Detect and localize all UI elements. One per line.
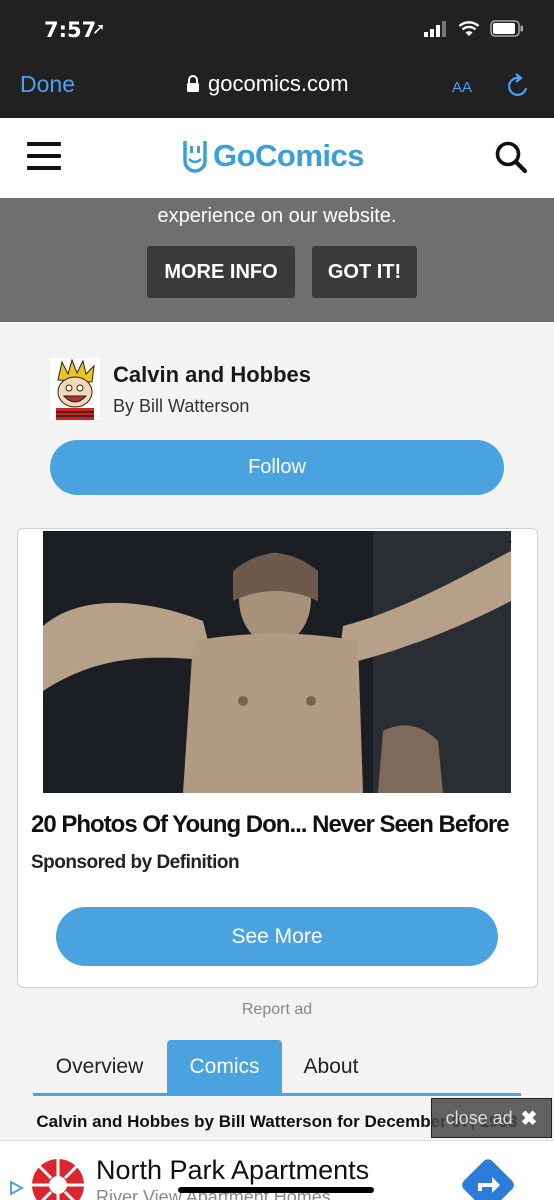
close-icon: ✖ [520,1107,538,1130]
search-icon[interactable] [494,140,528,174]
browser-toolbar: Done gocomics.com AA [0,60,554,118]
ad-choices-icon[interactable] [8,1180,24,1196]
close-ad-button[interactable]: close ad ✖ [431,1098,552,1138]
report-ad-link[interactable]: Report ad [0,1001,554,1019]
comic-title[interactable]: Calvin and Hobbes [113,362,311,388]
wifi-icon [458,20,480,36]
more-info-button[interactable]: MORE INFO [147,246,295,298]
tab-overview[interactable]: Overview [33,1040,166,1093]
logo-text: GoComics [213,138,365,173]
see-more-button[interactable]: See More [56,907,498,966]
ad-headline[interactable]: 20 Photos Of Young Don... Never Seen Bef… [31,811,510,839]
close-ad-label: close ad [445,1107,513,1128]
got-it-button[interactable]: GOT IT! [312,246,417,298]
home-indicator [178,1187,374,1193]
cookie-text: experience on our website. [157,205,397,227]
directions-icon[interactable] [460,1157,516,1200]
url-display[interactable]: gocomics.com [186,71,349,97]
cookie-banner: experience on our website. MORE INFO GOT… [0,198,554,322]
calvin-avatar [50,358,100,420]
text-size-label: AA [452,79,473,96]
battery-icon [490,20,523,37]
gocomics-logo[interactable]: GoComics [183,138,365,174]
status-time: 7:57 [44,18,97,42]
hamburger-menu-icon[interactable] [27,142,61,174]
tab-comics[interactable]: Comics [167,1040,282,1093]
status-icons [424,20,524,37]
location-arrow-icon: ➚ [92,21,106,38]
ad-sponsor: Sponsored by Definition [31,852,240,873]
gocomics-logo-icon [183,141,207,173]
url-text: gocomics.com [208,71,349,96]
lock-icon [187,75,199,92]
tab-about[interactable]: About [283,1040,379,1093]
follow-button[interactable]: Follow [50,440,504,495]
status-bar: 7:57 ➚ [0,0,554,60]
text-size-button[interactable]: AA [452,72,472,98]
reload-icon[interactable] [505,72,531,100]
bottom-ad-title[interactable]: North Park Apartments [96,1155,369,1186]
site-header: GoComics [0,118,554,198]
feature-tabs: Overview Comics About [33,1040,521,1096]
ad-photo[interactable] [43,531,511,793]
done-button[interactable]: Done [20,71,75,98]
signal-icon [424,20,446,37]
comic-author[interactable]: By Bill Watterson [113,396,249,417]
apartment-logo-icon [32,1159,84,1200]
